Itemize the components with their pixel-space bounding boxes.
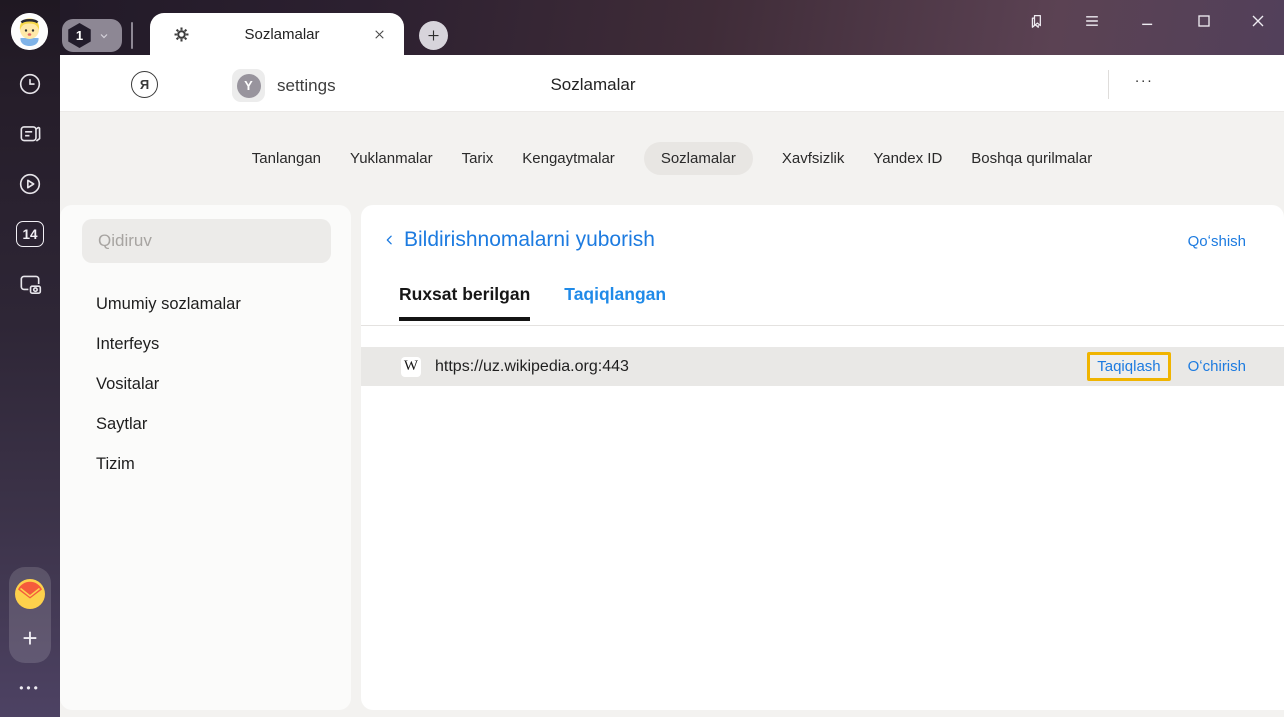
browser-side-rail: 14 + •••: [0, 0, 60, 717]
tab-title: Sozlamalar: [191, 26, 373, 43]
feed-icon[interactable]: [17, 121, 43, 147]
address-bar-url[interactable]: settings: [277, 76, 336, 96]
block-button-highlighted[interactable]: Taqiqlash: [1087, 352, 1170, 381]
toolbar-separator: [1108, 70, 1109, 99]
nav-tarix[interactable]: Tarix: [462, 142, 494, 175]
new-tab-button[interactable]: [419, 21, 448, 50]
settings-sidebar: Umumiy sozlamalar Interfeys Vositalar Sa…: [60, 205, 351, 710]
delete-button[interactable]: Oʻchirish: [1188, 358, 1246, 375]
nav-xavfsizlik[interactable]: Xavfsizlik: [782, 142, 845, 175]
sidebar-item-interfeys[interactable]: Interfeys: [96, 335, 159, 354]
menu-icon[interactable]: [1082, 11, 1102, 31]
tab-allowed[interactable]: Ruxsat berilgan: [399, 284, 530, 321]
video-icon[interactable]: [17, 171, 43, 197]
screenshot-icon[interactable]: [17, 271, 43, 297]
page-title[interactable]: Bildirishnomalarni yuborish: [404, 228, 655, 252]
permission-tabs: Ruxsat berilgan Taqiqlangan: [399, 284, 666, 321]
wikipedia-favicon: W: [401, 357, 421, 377]
tabs-divider: [361, 325, 1284, 326]
history-icon[interactable]: [17, 71, 43, 97]
nav-boshqa-qurilmalar[interactable]: Boshqa qurilmalar: [971, 142, 1092, 175]
search-input[interactable]: [82, 219, 331, 263]
sidebar-item-umumiy-sozlamalar[interactable]: Umumiy sozlamalar: [96, 295, 241, 314]
tabstrip-separator: [131, 22, 133, 49]
settings-content: Bildirishnomalarni yuborish Qoʻshish Rux…: [361, 205, 1284, 710]
sidebar-item-tizim[interactable]: Tizim: [96, 455, 135, 474]
add-site-link[interactable]: Qoʻshish: [1188, 233, 1246, 250]
permission-row: W https://uz.wikipedia.org:443 Taqiqlash…: [361, 347, 1284, 386]
tab-counter[interactable]: 1: [62, 19, 122, 52]
maximize-icon[interactable]: [1194, 11, 1214, 31]
sidebar-item-vositalar[interactable]: Vositalar: [96, 375, 159, 394]
tab-close-icon[interactable]: [373, 28, 386, 41]
page-favicon: Y: [232, 69, 265, 102]
nav-tanlangan[interactable]: Tanlangan: [252, 142, 321, 175]
tab-blocked[interactable]: Taqiqlangan: [564, 284, 666, 321]
tab-count-badge: 1: [67, 23, 92, 48]
settings-nav: Tanlangan Yuklanmalar Tarix Kengaytmalar…: [60, 112, 1284, 205]
calendar-icon[interactable]: 14: [16, 221, 44, 247]
close-window-icon[interactable]: [1248, 11, 1268, 31]
back-chevron-icon[interactable]: [383, 231, 396, 249]
mail-icon[interactable]: [12, 576, 48, 612]
tab-sozlamalar[interactable]: Sozlamalar: [150, 13, 404, 55]
chevron-down-icon: [98, 30, 110, 42]
site-url: https://uz.wikipedia.org:443: [435, 358, 629, 376]
nav-kengaytmalar[interactable]: Kengaytmalar: [522, 142, 615, 175]
sidebar-item-saytlar[interactable]: Saytlar: [96, 415, 147, 434]
user-avatar[interactable]: [11, 13, 48, 50]
nav-sozlamalar-active[interactable]: Sozlamalar: [644, 142, 753, 175]
address-bar-title: Sozlamalar: [440, 75, 746, 95]
more-actions-button[interactable]: ...: [1135, 69, 1154, 86]
nav-yandex-id[interactable]: Yandex ID: [873, 142, 942, 175]
minimize-icon[interactable]: [1138, 11, 1158, 31]
calendar-day: 14: [22, 227, 37, 242]
yandex-icon[interactable]: Я: [131, 71, 158, 98]
add-pinned-app-button[interactable]: +: [12, 620, 48, 656]
gear-icon: [172, 25, 191, 44]
rail-overflow-dots[interactable]: •••: [0, 681, 60, 695]
side-panels-icon[interactable]: [1027, 11, 1047, 31]
nav-yuklanmalar[interactable]: Yuklanmalar: [350, 142, 433, 175]
